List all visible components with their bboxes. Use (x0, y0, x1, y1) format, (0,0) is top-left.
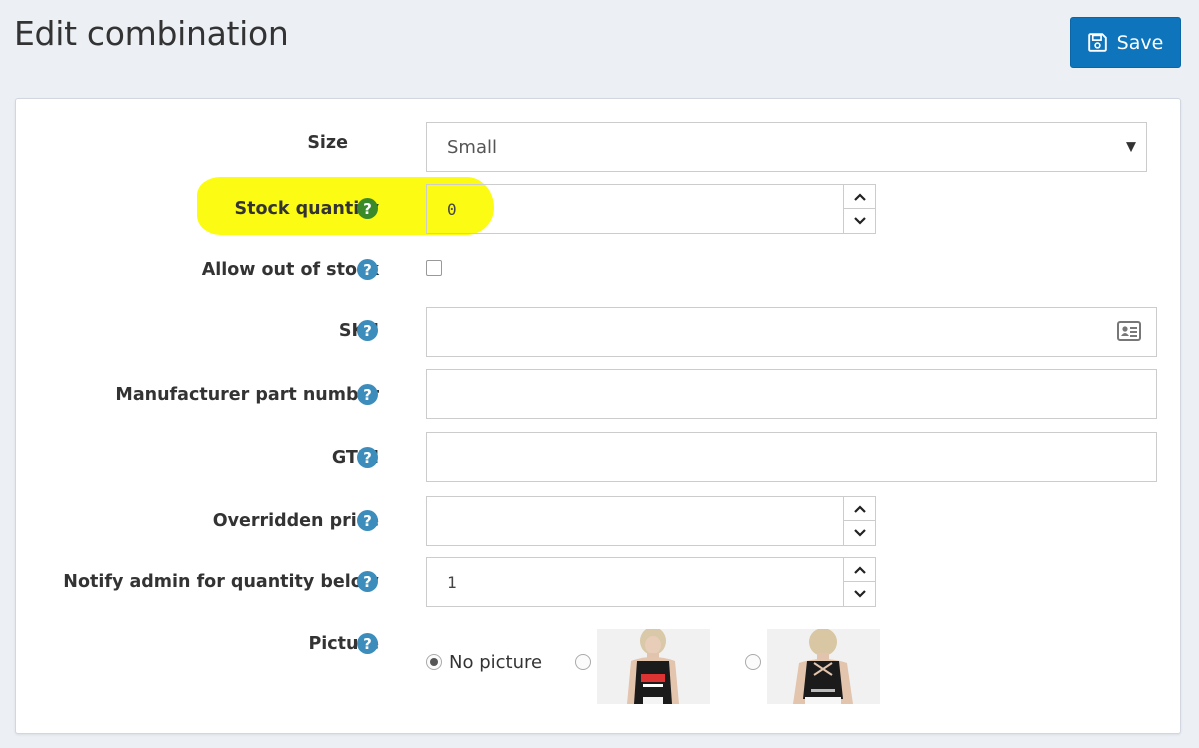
help-icon[interactable]: ? (357, 571, 378, 592)
id-card-icon (1117, 321, 1141, 346)
notify-admin-label: Notify admin for quantity below (63, 572, 379, 592)
stock-quantity-spinner (843, 185, 875, 233)
help-icon[interactable]: ? (357, 633, 378, 654)
overridden-price-input[interactable] (426, 496, 876, 546)
save-button-label: Save (1116, 31, 1164, 54)
picture-radio-2[interactable] (745, 654, 761, 670)
help-icon[interactable]: ? (357, 447, 378, 468)
help-icon[interactable]: ? (357, 198, 378, 219)
notify-admin-value: 1 (447, 572, 457, 592)
notify-admin-spinner (843, 558, 875, 606)
size-select[interactable]: Small ▼ (426, 122, 1147, 172)
page-title: Edit combination (14, 14, 289, 53)
save-button[interactable]: Save (1070, 17, 1181, 68)
chevron-up-icon (853, 192, 866, 201)
chevron-down-icon: ▼ (1126, 139, 1136, 155)
manufacturer-part-number-input[interactable] (426, 369, 1157, 419)
allow-out-of-stock-checkbox[interactable] (426, 260, 442, 276)
overridden-price-label: Overridden price (212, 511, 379, 531)
gtin-input[interactable] (426, 432, 1157, 482)
chevron-down-icon (853, 217, 866, 225)
no-picture-radio[interactable] (426, 654, 442, 670)
save-icon (1087, 33, 1107, 52)
help-icon[interactable]: ? (357, 510, 378, 531)
no-picture-label: No picture (449, 652, 543, 673)
picture-radio-1[interactable] (575, 654, 591, 670)
tank-top-back-photo (767, 629, 880, 704)
manufacturer-part-number-label: Manufacturer part number (115, 385, 379, 405)
help-icon[interactable]: ? (357, 320, 378, 341)
overridden-price-spinner (843, 497, 875, 545)
help-icon[interactable]: ? (357, 384, 378, 405)
chevron-up-icon (853, 565, 866, 574)
spin-up-button[interactable] (844, 558, 875, 582)
notify-admin-input[interactable]: 1 (426, 557, 876, 607)
spin-up-button[interactable] (844, 185, 875, 209)
allow-out-of-stock-label: Allow out of stock (201, 260, 379, 280)
size-select-value: Small (447, 136, 497, 158)
stock-quantity-input[interactable]: 0 (426, 184, 876, 234)
spin-down-button[interactable] (844, 209, 875, 233)
chevron-up-icon (853, 504, 866, 513)
chevron-down-icon (853, 529, 866, 537)
spin-down-button[interactable] (844, 582, 875, 606)
size-label: Size (307, 133, 348, 153)
sku-input[interactable] (426, 307, 1157, 357)
help-icon[interactable]: ? (357, 259, 378, 280)
tank-top-front-photo (597, 629, 710, 704)
chevron-down-icon (853, 590, 866, 598)
spin-down-button[interactable] (844, 521, 875, 545)
spin-up-button[interactable] (844, 497, 875, 521)
stock-quantity-value: 0 (447, 199, 457, 219)
